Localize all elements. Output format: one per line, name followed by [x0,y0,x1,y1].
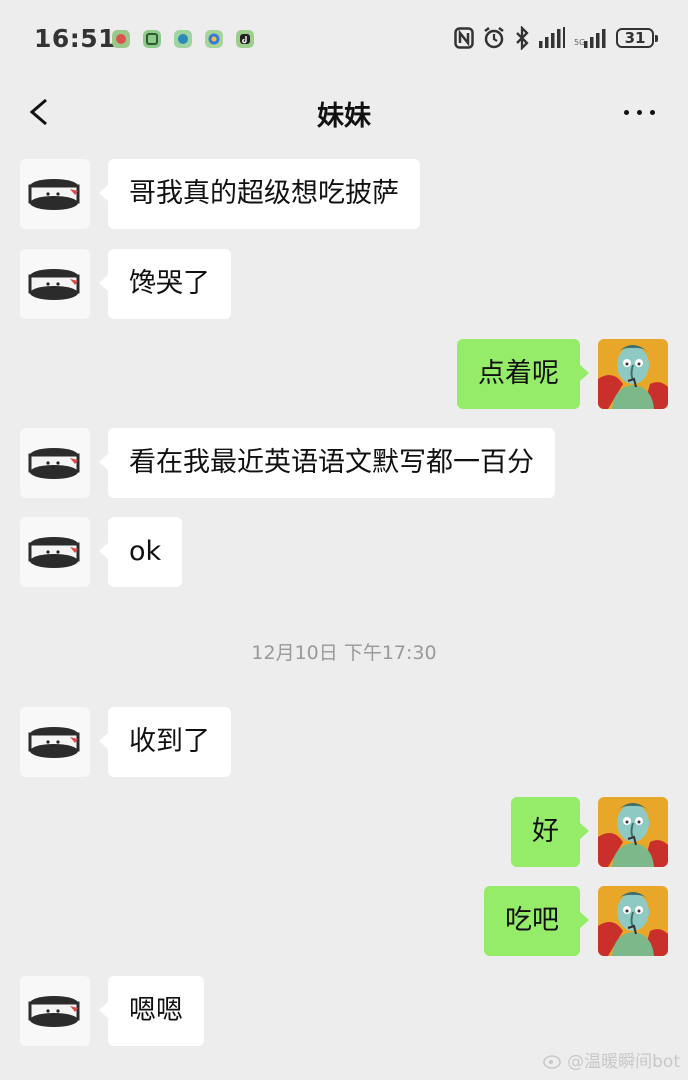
contact-avatar[interactable] [20,249,90,319]
chat-message: 馋哭了 [0,249,688,319]
contact-avatar[interactable] [20,976,90,1046]
message-bubble[interactable]: 吃吧 [484,886,589,956]
message-bubble[interactable]: 点着呢 [457,339,589,409]
app-teal-icon [174,30,192,48]
message-bubble[interactable]: 馋哭了 [99,249,231,319]
message-bubble[interactable]: 哥我真的超级想吃披萨 [99,159,420,229]
signal-icon [539,27,565,48]
message-bubble[interactable]: 嗯嗯 [99,976,204,1046]
contact-avatar[interactable] [20,428,90,498]
weibo-icon [543,1054,561,1069]
chat-message: 嗯嗯 [0,976,688,1046]
nfc-icon [454,27,474,49]
watermark-text: @温暖瞬间bot [567,1052,680,1072]
contact-avatar[interactable] [20,159,90,229]
message-bubble[interactable]: 收到了 [99,707,231,777]
bluetooth-icon [516,26,529,50]
contact-avatar[interactable] [20,707,90,777]
message-bubble[interactable]: 好 [511,797,589,867]
status-right: 5G 31 [454,26,658,50]
battery-indicator: 31 [616,28,658,48]
my-avatar[interactable] [598,339,668,409]
alarm-icon [484,27,504,49]
app-tiktok-icon [236,30,254,48]
chat-header: 妹妹 [0,80,688,144]
app-blue-icon [205,30,223,48]
status-bar: 16:51 5G 31 [0,0,688,80]
chat-message: ok [0,517,688,587]
chat-message: 点着呢 [0,339,688,409]
my-avatar[interactable] [598,886,668,956]
signal-2-icon: 5G [574,29,606,48]
message-bubble[interactable]: 看在我最近英语语文默写都一百分 [99,428,555,498]
contact-avatar[interactable] [20,517,90,587]
chat-message: 吃吧 [0,886,688,956]
chat-title: 妹妹 [317,101,371,132]
notification-icons [112,30,254,48]
my-avatar[interactable] [598,797,668,867]
app-green-icon [143,30,161,48]
chat-message: 哥我真的超级想吃披萨 [0,159,688,229]
status-time: 16:51 [34,24,117,53]
chat-message: 收到了 [0,707,688,777]
watermark: @温暖瞬间bot [543,1047,680,1072]
chat-timestamp: 12月10日 下午17:30 [251,642,437,664]
svg-text:5G: 5G [574,38,585,47]
chat-message: 好 [0,797,688,867]
more-icon[interactable] [622,98,658,126]
chat-message: 看在我最近英语语文默写都一百分 [0,428,688,498]
app-red-icon [112,30,130,48]
message-bubble[interactable]: ok [98,517,183,587]
